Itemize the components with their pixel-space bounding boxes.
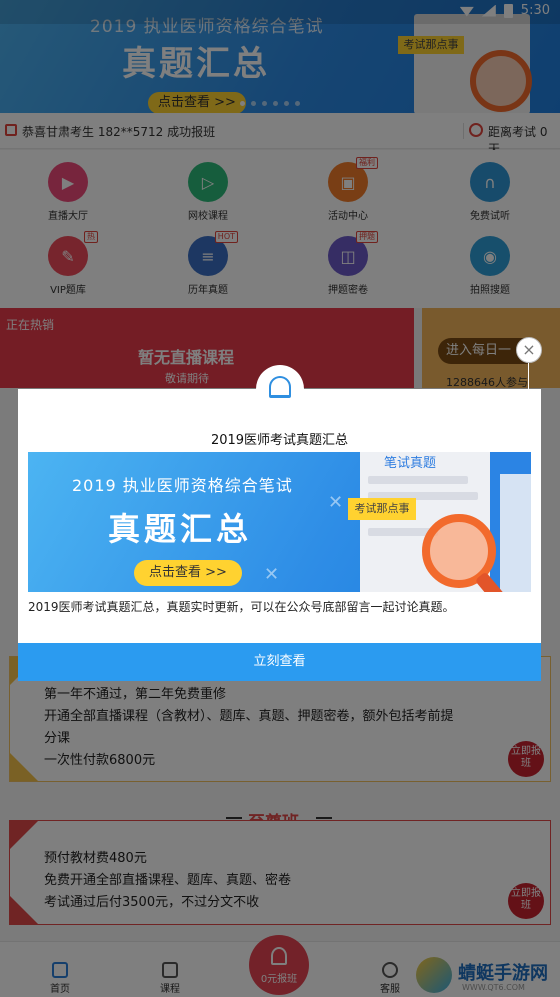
sparkle-icon: ✕ [328, 492, 344, 513]
dialog-close-button[interactable]: × [516, 337, 542, 363]
sparkle-icon: ✕ [264, 564, 280, 585]
dialog-bell-badge [256, 365, 304, 413]
book-page-illustration [500, 474, 531, 592]
image-title: 真题汇总 [108, 510, 253, 548]
image-subtitle: 2019 执业医师资格综合笔试 [72, 476, 293, 495]
dialog-title: 2019医师考试真题汇总 [210, 433, 349, 448]
dialog-description: 2019医师考试真题汇总，真题实时更新，可以在公众号底部留言一起讨论真题。 [28, 600, 455, 614]
image-tag: 考试那点事 [348, 498, 416, 520]
announcement-dialog: 2019医师考试真题汇总 ✕ ✕ 2019 执业医师资格综合笔试 真题汇总 点击… [18, 389, 541, 681]
bell-icon [269, 376, 291, 398]
image-view-button: 点击查看 >> [134, 560, 242, 586]
dialog-banner-image[interactable]: ✕ ✕ 2019 执业医师资格综合笔试 真题汇总 点击查看 >> 笔试真题 考试… [28, 452, 531, 592]
view-now-button[interactable]: 立刻查看 [18, 643, 541, 681]
close-connector [528, 362, 529, 390]
paper-line [368, 476, 468, 484]
paper-title: 笔试真题 [384, 456, 437, 471]
